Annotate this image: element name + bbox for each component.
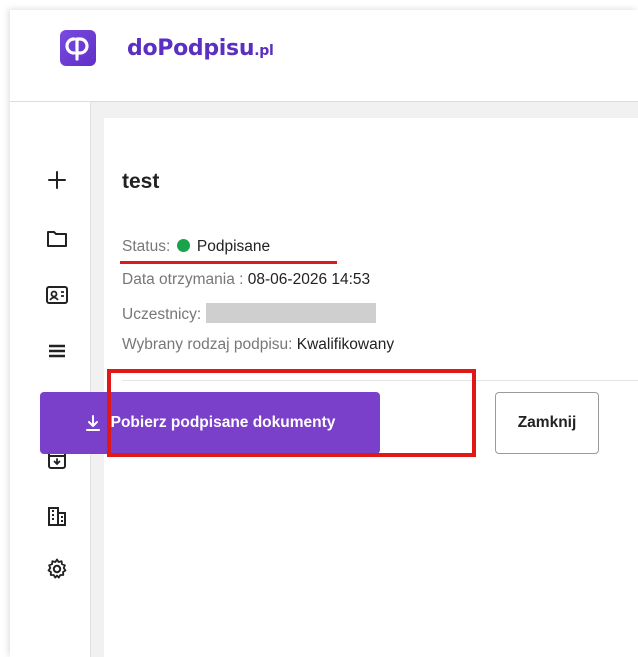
list-icon[interactable] (45, 339, 69, 363)
building-icon[interactable] (45, 504, 69, 528)
received-label: Data otrzymania : (122, 271, 244, 288)
participants-row: Uczestnicy: (122, 303, 376, 324)
document-title: test (122, 170, 160, 193)
gear-icon[interactable] (45, 557, 69, 581)
status-label: Status: (122, 238, 171, 255)
status-row: Status: Podpisane (122, 238, 270, 256)
logo-icon (60, 30, 96, 66)
app-header: doPodpisu.pl (10, 10, 638, 102)
document-panel: test Status: Podpisane Data otrzymania :… (104, 118, 638, 657)
signature-type-value: Kwalifikowany (296, 336, 395, 353)
main-area: test Status: Podpisane Data otrzymania :… (10, 102, 638, 657)
signature-type-label: Wybrany rodzaj podpisu: (122, 336, 293, 353)
status-dot-icon (176, 239, 190, 252)
close-label: Zamknij (517, 414, 577, 431)
section-divider (122, 380, 638, 381)
received-value: 08-06-2026 14:53 (247, 271, 371, 288)
participants-redacted (205, 303, 376, 323)
contact-card-icon[interactable] (45, 283, 69, 307)
brand-name-main: doPodpisu (127, 36, 255, 61)
app-window: doPodpisu.pl test Status: Podpisane Data… (10, 10, 638, 657)
sidebar (10, 102, 91, 657)
status-value: Podpisane (196, 238, 271, 255)
close-button[interactable]: Zamknij (495, 392, 599, 454)
status-highlight-underline (120, 261, 337, 264)
download-label: Pobierz podpisane dokumenty (110, 414, 336, 431)
download-signed-documents-button[interactable]: Pobierz podpisane dokumenty (40, 392, 380, 454)
participants-label: Uczestnicy: (122, 306, 202, 323)
download-icon (85, 415, 100, 431)
signature-type-row: Wybrany rodzaj podpisu: Kwalifikowany (122, 336, 394, 354)
plus-icon[interactable] (45, 168, 69, 192)
received-row: Data otrzymania : 08-06-2026 14:53 (122, 271, 370, 289)
brand-name-tld: .pl (254, 43, 274, 59)
folder-icon[interactable] (45, 227, 69, 251)
brand-name[interactable]: doPodpisu.pl (127, 36, 274, 61)
